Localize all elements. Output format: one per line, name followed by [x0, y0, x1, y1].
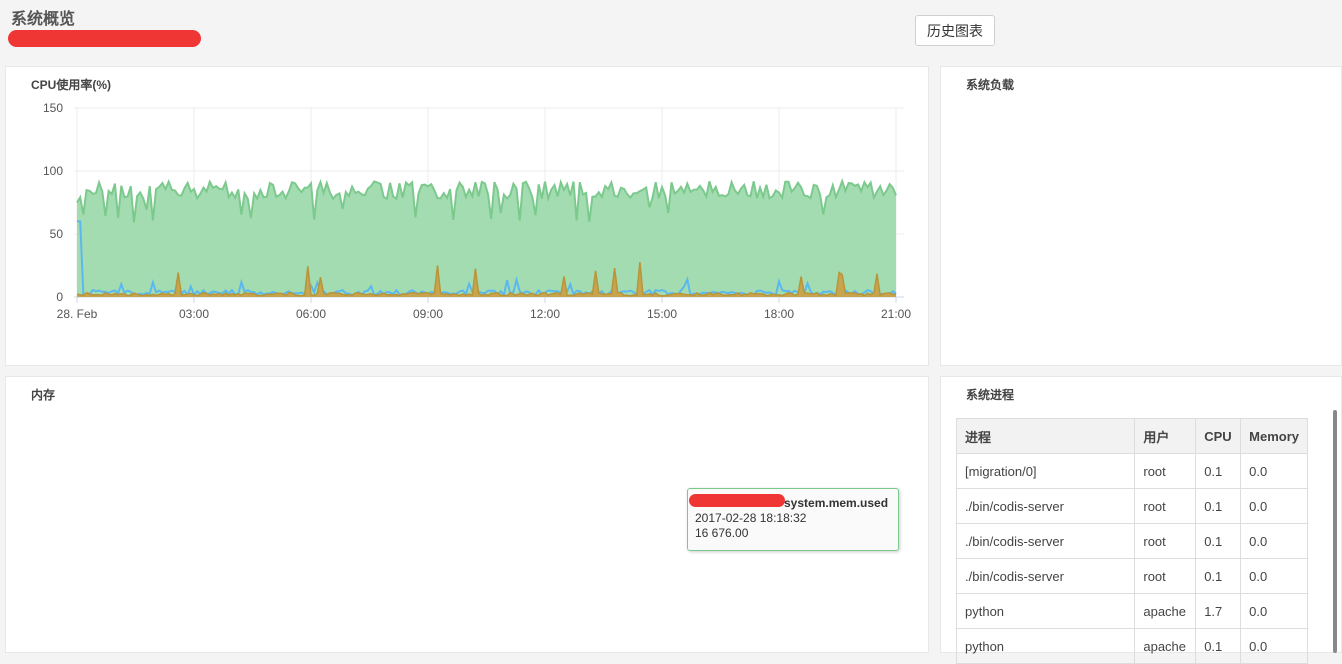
- cell-user: root: [1134, 488, 1197, 524]
- tooltip-series-name: system.mem.used: [784, 496, 889, 510]
- cell-cpu: 0.1: [1195, 488, 1242, 524]
- table-row: ./bin/codis-server root 0.1 0.0: [955, 558, 1308, 594]
- cell-process: [migration/0]: [955, 453, 1136, 489]
- cell-process: python: [955, 628, 1136, 664]
- cpu-x-tick: 28. Feb: [57, 307, 98, 321]
- cell-user: root: [1134, 558, 1197, 594]
- redacted-host-label: [689, 494, 785, 507]
- load-panel: [940, 66, 1342, 366]
- cell-process: python: [955, 593, 1136, 629]
- cell-process: ./bin/codis-server: [955, 523, 1136, 559]
- col-cpu[interactable]: CPU: [1195, 418, 1242, 454]
- table-row: python apache 0.1 0.0: [955, 628, 1308, 664]
- process-table-header: 进程 用户 CPU Memory: [955, 418, 1308, 454]
- cell-user: root: [1134, 523, 1197, 559]
- cell-process: ./bin/codis-server: [955, 488, 1136, 524]
- cell-cpu: 1.7: [1195, 593, 1242, 629]
- cell-cpu: 0.1: [1195, 523, 1242, 559]
- table-row: python apache 1.7 0.0: [955, 593, 1308, 629]
- cell-memory: 0.0: [1240, 453, 1308, 489]
- cpu-x-tick: 21:00: [881, 307, 911, 321]
- col-user[interactable]: 用户: [1134, 418, 1197, 454]
- process-scrollbar[interactable]: [1333, 410, 1337, 653]
- cpu-y-tick: 150: [43, 101, 63, 115]
- memory-chart-title: 内存: [31, 388, 56, 402]
- cpu-series-0-area: [77, 181, 896, 297]
- cpu-x-tick: 18:00: [764, 307, 794, 321]
- tooltip-value: 16 676.00: [695, 526, 749, 540]
- cpu-y-tick: 100: [43, 164, 63, 178]
- col-process[interactable]: 进程: [955, 418, 1136, 454]
- table-row: [migration/0] root 0.1 0.0: [955, 453, 1308, 489]
- tooltip-time: 2017-02-28 18:18:32: [695, 511, 807, 525]
- cpu-x-tick: 06:00: [296, 307, 326, 321]
- cell-memory: 0.0: [1240, 523, 1308, 559]
- cell-process: ./bin/codis-server: [955, 558, 1136, 594]
- cell-user: apache: [1134, 593, 1197, 629]
- load-chart-title: 系统负载: [966, 78, 1015, 92]
- process-table: 进程 用户 CPU Memory [migration/0] root 0.1 0.0…: [955, 418, 1308, 664]
- cpu-x-tick: 03:00: [179, 307, 209, 321]
- process-title: 系统进程: [966, 388, 1015, 402]
- cpu-x-tick: 12:00: [530, 307, 560, 321]
- memory-tooltip: system.mem.used 2017-02-28 18:18:32 16 6…: [687, 488, 899, 551]
- col-memory[interactable]: Memory: [1240, 418, 1308, 454]
- table-row: ./bin/codis-server root 0.1 0.0: [955, 523, 1308, 559]
- cell-memory: 0.0: [1240, 628, 1308, 664]
- cell-user: apache: [1134, 628, 1197, 664]
- cell-cpu: 0.1: [1195, 558, 1242, 594]
- cpu-y-tick: 50: [50, 227, 64, 241]
- cell-cpu: 0.1: [1195, 628, 1242, 664]
- table-row: ./bin/codis-server root 0.1 0.0: [955, 488, 1308, 524]
- cell-cpu: 0.1: [1195, 453, 1242, 489]
- cpu-x-tick: 09:00: [413, 307, 443, 321]
- cell-user: root: [1134, 453, 1197, 489]
- cpu-x-tick: 15:00: [647, 307, 677, 321]
- cell-memory: 0.0: [1240, 558, 1308, 594]
- cell-memory: 0.0: [1240, 488, 1308, 524]
- cpu-y-tick: 0: [56, 290, 63, 304]
- cell-memory: 0.0: [1240, 593, 1308, 629]
